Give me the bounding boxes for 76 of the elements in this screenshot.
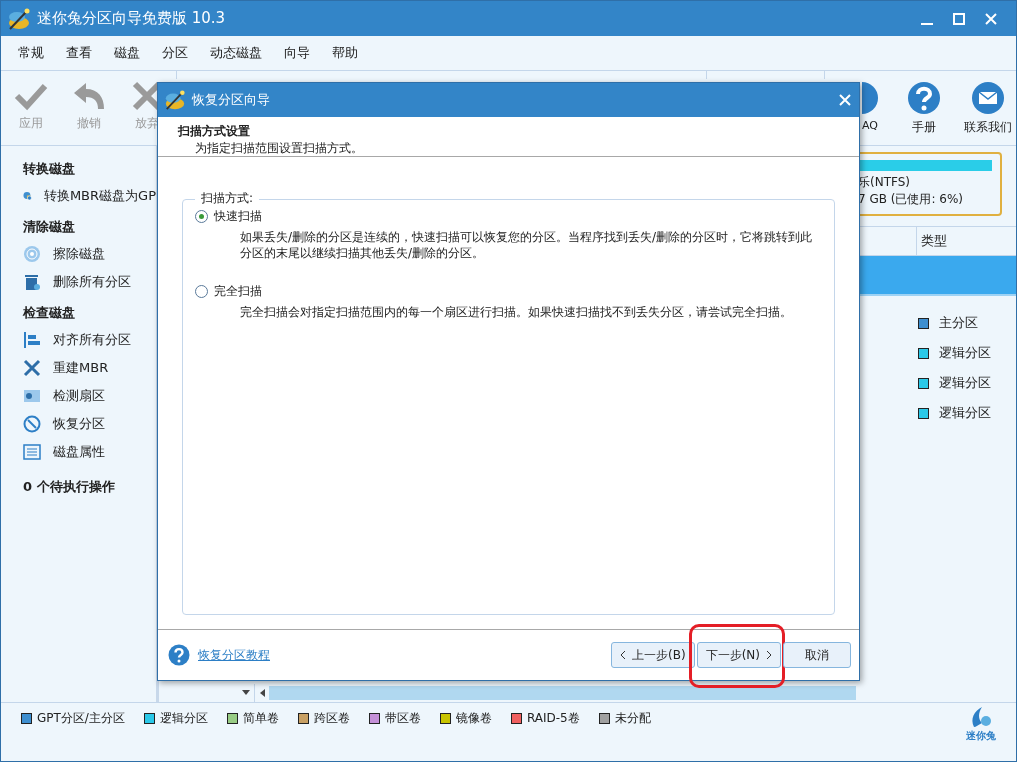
legend-label: 逻辑分区 — [159, 710, 208, 727]
radio-button[interactable] — [195, 285, 208, 298]
legend-label: 跨区卷 — [313, 710, 350, 727]
help-icon — [907, 81, 941, 115]
menu-item[interactable]: 动态磁盘 — [199, 44, 273, 62]
section-heading: 转换磁盘 — [23, 160, 76, 178]
sidebar-item[interactable]: 对齐所有分区 — [23, 326, 156, 354]
column-header[interactable]: 类型 — [916, 227, 947, 255]
disk-wipe-icon — [23, 245, 41, 263]
close-icon[interactable] — [984, 11, 998, 26]
menu-item[interactable]: 分区 — [151, 44, 199, 62]
menu-item[interactable]: 查看 — [55, 44, 103, 62]
section-heading: 清除磁盘 — [23, 218, 76, 236]
align-icon — [23, 331, 41, 349]
legend-label: 带区卷 — [384, 710, 421, 727]
dialog-button[interactable]: 上一步(B) — [611, 642, 695, 668]
menu-item[interactable]: 常规 — [7, 44, 55, 62]
table-row[interactable]: 主分区 — [846, 308, 1016, 338]
dialog-button[interactable]: 下一步(N) — [696, 642, 781, 668]
table-cell: 逻辑分区 — [939, 374, 991, 392]
sidebar-item[interactable]: 重建MBR — [23, 354, 156, 382]
radio-button[interactable] — [195, 210, 208, 223]
toolbar-button[interactable]: AQ — [860, 81, 878, 145]
chevron-right-icon — [766, 650, 772, 660]
dialog-subheading: 为指定扫描范围设置扫描方式。 — [194, 140, 364, 157]
dialog-button[interactable]: 取消 — [783, 642, 851, 668]
table-cell: 主分区 — [939, 314, 978, 332]
legend-label: GPT分区/主分区 — [37, 710, 125, 727]
sidebar-item[interactable]: 恢复分区 — [23, 410, 156, 438]
scroll-left-icon[interactable] — [259, 689, 265, 697]
group-label: 扫描方式: — [195, 190, 260, 207]
pending-operations: 0 个待执行操作 — [23, 478, 116, 496]
tutorial-link[interactable]: 恢复分区教程 — [198, 646, 270, 664]
table-cell: 逻辑分区 — [939, 404, 991, 422]
table-row[interactable]: 逻辑分区 — [846, 338, 1016, 368]
trash-icon — [23, 273, 41, 291]
menu-item[interactable]: 向导 — [273, 44, 321, 62]
sidebar-item[interactable]: 检测扇区 — [23, 382, 156, 410]
brand-name: 迷你兔 — [966, 729, 996, 743]
dialog-heading: 扫描方式设置 — [178, 123, 251, 140]
menu-item[interactable]: 帮助 — [321, 44, 369, 62]
maximize-icon[interactable] — [952, 11, 966, 26]
legend-label: 简单卷 — [242, 710, 279, 727]
table-cell: 逻辑分区 — [939, 344, 991, 362]
sidebar-item[interactable]: 转换MBR磁盘为GP — [23, 182, 156, 210]
legend-label: RAID-5卷 — [526, 710, 580, 727]
help-icon[interactable] — [168, 644, 190, 666]
partition-info: 乐(NTFS) — [858, 174, 911, 191]
scrollbar-thumb[interactable] — [269, 686, 856, 700]
table-row[interactable]: 逻辑分区 — [846, 398, 1016, 428]
undo-icon — [72, 81, 106, 111]
sidebar-item[interactable]: 擦除磁盘 — [23, 240, 156, 268]
option-description: 完全扫描会对指定扫描范围内的每一个扇区进行扫描。如果快速扫描找不到丢失分区，请尝试完全扫描。 — [240, 304, 793, 320]
section-heading: 检查磁盘 — [23, 304, 76, 322]
dialog-title: 恢复分区向导 — [192, 91, 270, 109]
table-row[interactable]: 逻辑分区 — [846, 368, 1016, 398]
radio-option[interactable]: 快速扫描 — [195, 208, 814, 225]
wand-logo-icon — [164, 89, 186, 111]
legend-label: 镜像卷 — [455, 710, 492, 727]
mail-icon — [971, 81, 1005, 115]
toolbar-button[interactable]: 联系我们 — [964, 81, 1012, 145]
sidebar-item[interactable]: 磁盘属性 — [23, 438, 156, 466]
scroll-down-icon[interactable] — [242, 690, 250, 696]
chevron-left-icon — [620, 650, 627, 660]
option-description: 如果丢失/删除的分区是连续的，快速扫描可以恢复您的分区。当程序找到丢失/删除的分区时，它将跳转到此分区的末尾以继续扫描其他丢失/删除的分区。 — [240, 229, 814, 261]
radio-option[interactable]: 完全扫描 — [195, 283, 814, 300]
close-icon[interactable] — [839, 94, 851, 106]
sidebar-item[interactable]: 删除所有分区 — [23, 268, 156, 296]
check-icon — [14, 81, 48, 111]
window-title: 迷你兔分区向导免费版 10.3 — [37, 9, 226, 28]
menu-item[interactable]: 磁盘 — [103, 44, 151, 62]
sector-test-icon — [23, 387, 41, 405]
wand-logo-icon — [7, 6, 31, 31]
toolbar-button[interactable]: 手册 — [900, 81, 948, 145]
legend-label: 未分配 — [614, 710, 651, 727]
list-icon — [23, 443, 41, 461]
